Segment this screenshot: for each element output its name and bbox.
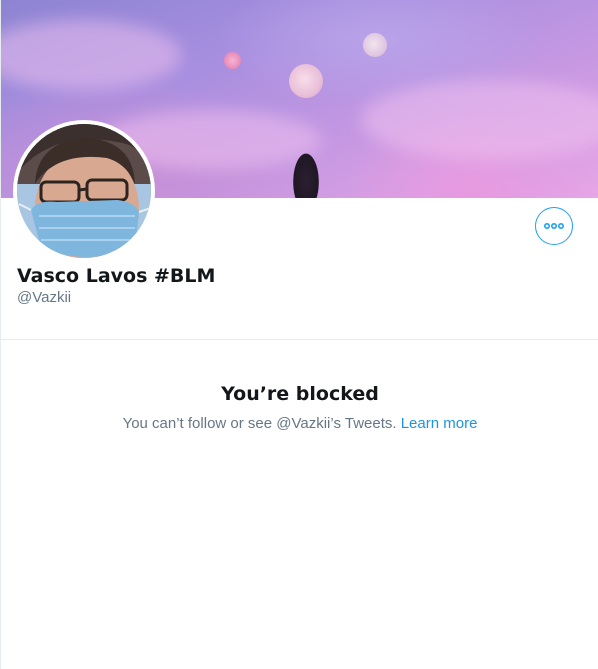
banner-moon: [289, 64, 323, 98]
avatar[interactable]: [17, 124, 151, 258]
banner-cloud: [361, 80, 598, 160]
profile-handle: @Vazkii: [17, 289, 72, 306]
blocked-message: You can’t follow or see @Vazkii’s Tweets…: [1, 415, 598, 432]
avatar-frame[interactable]: [13, 120, 155, 262]
banner-silhouette: [286, 142, 326, 198]
profile-name: Vasco Lavos #BLM: [17, 265, 216, 287]
more-icon: [544, 222, 564, 230]
divider: [1, 339, 598, 340]
more-options-button[interactable]: [535, 207, 573, 245]
blocked-message-text: You can’t follow or see @Vazkii’s Tweets…: [122, 415, 397, 432]
banner-moon: [224, 52, 241, 69]
banner-cloud: [1, 20, 181, 90]
learn-more-link[interactable]: Learn more: [401, 415, 478, 432]
blocked-title: You’re blocked: [221, 383, 379, 405]
avatar-photo: [17, 124, 151, 258]
banner-moon: [363, 33, 387, 57]
profile-frame: Vasco Lavos #BLM @Vazkii You’re blocked …: [0, 0, 598, 669]
